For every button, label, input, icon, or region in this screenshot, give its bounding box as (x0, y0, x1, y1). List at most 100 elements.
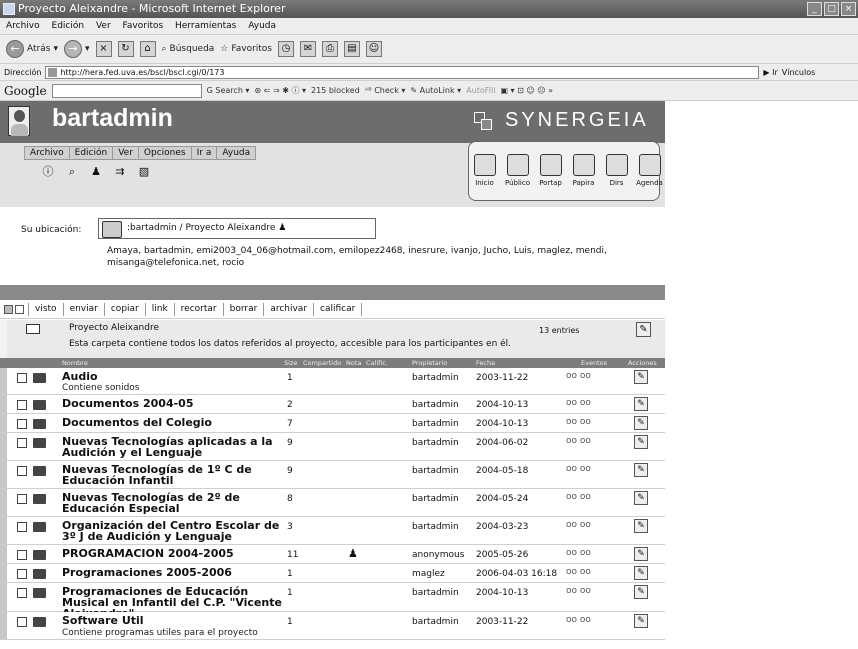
print-icon[interactable]: ⎙ (322, 41, 338, 57)
autofill-button[interactable]: AutoFill (466, 86, 495, 95)
google-logo[interactable]: Google (4, 84, 47, 98)
row-checkbox[interactable] (17, 438, 27, 448)
col-fecha[interactable]: Fecha (476, 358, 495, 368)
action-visto[interactable]: visto (28, 302, 63, 316)
row-owner[interactable]: bartadmin (412, 617, 459, 627)
row-name[interactable]: Audio (62, 371, 284, 382)
row-checkbox[interactable] (17, 522, 27, 532)
row-edit-icon[interactable]: ✎ (634, 491, 648, 505)
menu-ayuda[interactable]: Ayuda (248, 21, 276, 31)
row-owner[interactable]: bartadmin (412, 522, 459, 532)
menu-ver[interactable]: Ver (96, 21, 111, 31)
menu-favoritos[interactable]: Favoritos (123, 21, 164, 31)
folder-edit-icon[interactable]: ✎ (636, 322, 651, 337)
row-events[interactable]: oo oo (566, 520, 591, 530)
app-menu-edicion[interactable]: Edición (70, 147, 114, 159)
row-owner[interactable]: bartadmin (412, 588, 459, 598)
row-checkbox[interactable] (17, 419, 27, 429)
google-search-button[interactable]: G Search ▾ (207, 86, 250, 95)
home-icon[interactable]: ⌂ (139, 41, 156, 57)
google-options-icon[interactable]: ▣ ▾ ⊡ ☺ ☹ » (500, 86, 553, 95)
back-button[interactable]: ← Atrás ▾ (6, 40, 58, 58)
app-menu-ir-a[interactable]: Ir a (192, 147, 218, 159)
row-events[interactable]: oo oo (566, 492, 591, 502)
row-checkbox[interactable] (17, 550, 27, 560)
row-name[interactable]: Documentos 2004-05 (62, 398, 284, 409)
search-icon[interactable]: ⌕ (64, 165, 80, 179)
row-events[interactable]: oo oo (566, 417, 591, 427)
mail-icon[interactable]: ✉ (300, 41, 316, 57)
row-owner[interactable]: maglez (412, 569, 445, 579)
col-eventos[interactable]: Eventos (581, 358, 607, 368)
forward-button[interactable]: → ▾ (63, 40, 90, 58)
action-borrar[interactable]: borrar (222, 302, 264, 316)
app-menu-ver[interactable]: Ver (113, 147, 139, 159)
nav-dirs[interactable]: Dirs (602, 154, 631, 187)
row-name[interactable]: PROGRAMACION 2004-2005 (62, 548, 284, 559)
close-button[interactable]: × (841, 2, 856, 16)
minimize-button[interactable]: _ (807, 2, 822, 16)
app-menu-ayuda[interactable]: Ayuda (217, 147, 255, 159)
row-checkbox[interactable] (17, 466, 27, 476)
app-menu-archivo[interactable]: Archivo (25, 147, 70, 159)
row-owner[interactable]: bartadmin (412, 419, 459, 429)
row-events[interactable]: oo oo (566, 567, 591, 577)
favorites-button[interactable]: ☆ Favoritos (220, 44, 272, 54)
nav-inicio[interactable]: Inicio (470, 154, 499, 187)
row-owner[interactable]: bartadmin (412, 438, 459, 448)
row-checkbox[interactable] (17, 569, 27, 579)
avatar[interactable] (8, 106, 30, 136)
col-propietario[interactable]: Propietario (412, 358, 447, 368)
col-compartido[interactable]: Compartido (303, 358, 341, 368)
popup-blocked[interactable]: 215 blocked (311, 86, 360, 95)
links-label[interactable]: Vínculos (782, 68, 816, 77)
row-name[interactable]: Nuevas Tecnologías aplicadas a la Audici… (62, 436, 284, 458)
nav-publico[interactable]: Público (503, 154, 532, 187)
stop-icon[interactable]: × (95, 41, 112, 57)
col-nota[interactable]: Nota (346, 358, 361, 368)
row-name[interactable]: Nuevas Tecnologías de 1º C de Educación … (62, 464, 284, 486)
search-button[interactable]: ⌕ Búsqueda (162, 44, 215, 54)
row-events[interactable]: oo oo (566, 398, 591, 408)
action-recortar[interactable]: recortar (173, 302, 223, 316)
col-calific[interactable]: Calific. (366, 358, 388, 368)
menu-archivo[interactable]: Archivo (6, 21, 40, 31)
row-edit-icon[interactable]: ✎ (634, 370, 648, 384)
spell-check-button[interactable]: ᴬᴮ Check ▾ (365, 86, 406, 95)
action-copiar[interactable]: copiar (103, 302, 145, 316)
row-edit-icon[interactable]: ✎ (634, 463, 648, 477)
deselect-all-checkbox[interactable] (15, 304, 24, 314)
col-acciones[interactable]: Acciones (628, 358, 657, 368)
row-name[interactable]: Programaciones 2005-2006 (62, 567, 284, 578)
messenger-icon[interactable]: ☺ (366, 41, 382, 57)
row-checkbox[interactable] (17, 373, 27, 383)
menu-edicion[interactable]: Edición (52, 21, 85, 31)
maximize-button[interactable]: □ (824, 2, 839, 16)
row-owner[interactable]: bartadmin (412, 373, 459, 383)
go-button[interactable]: ▶ Ir (763, 68, 777, 77)
action-enviar[interactable]: enviar (62, 302, 104, 316)
action-calificar[interactable]: calificar (313, 302, 363, 316)
row-checkbox[interactable] (17, 494, 27, 504)
row-owner[interactable]: bartadmin (412, 466, 459, 476)
row-name[interactable]: Nuevas Tecnologías de 2º de Educación Es… (62, 492, 284, 514)
row-checkbox[interactable] (17, 617, 27, 627)
nav-papira[interactable]: Papira (569, 154, 598, 187)
row-edit-icon[interactable]: ✎ (634, 547, 648, 561)
action-link[interactable]: link (144, 302, 174, 316)
google-search-input[interactable] (51, 83, 202, 98)
document-icon[interactable]: ▧ (136, 165, 152, 179)
row-events[interactable]: oo oo (566, 586, 591, 596)
nav-agenda[interactable]: Agenda (635, 154, 664, 187)
row-edit-icon[interactable]: ✎ (634, 566, 648, 580)
row-events[interactable]: oo oo (566, 436, 591, 446)
row-edit-icon[interactable]: ✎ (634, 435, 648, 449)
row-edit-icon[interactable]: ✎ (634, 416, 648, 430)
row-name[interactable]: Software Util (62, 615, 284, 626)
location-path[interactable]: :bartadmin / Proyecto Aleixandre ♟ (98, 218, 376, 239)
row-owner[interactable]: bartadmin (412, 494, 459, 504)
col-size[interactable]: Size (284, 358, 297, 368)
row-edit-icon[interactable]: ✎ (634, 519, 648, 533)
info-icon[interactable]: ⓘ (40, 165, 56, 179)
nav-portap[interactable]: Portap (536, 154, 565, 187)
